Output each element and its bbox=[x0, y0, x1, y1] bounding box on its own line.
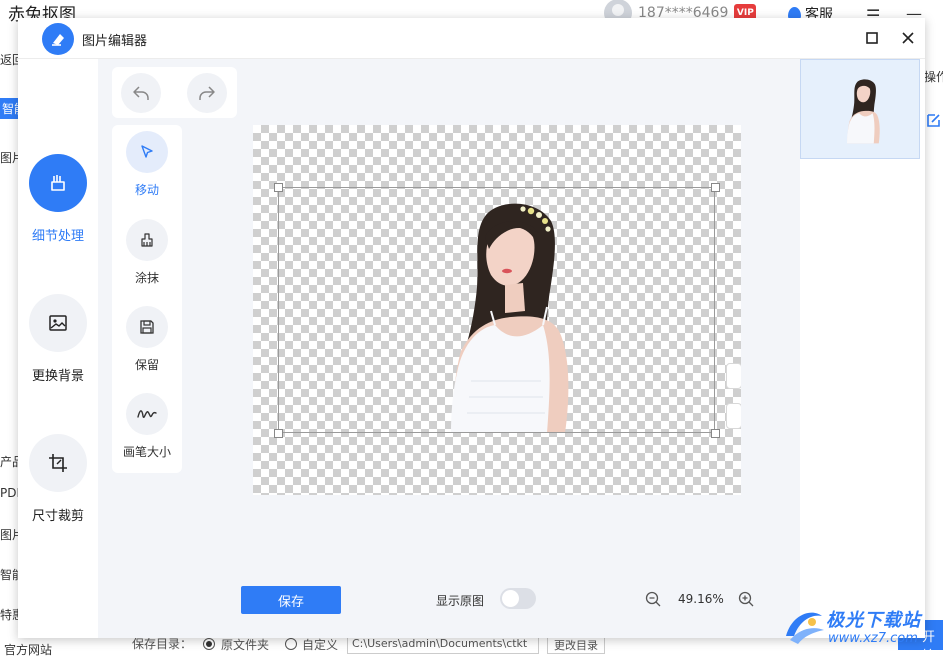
eraser-icon bbox=[29, 154, 87, 212]
brush-tool-label: 保留 bbox=[134, 358, 159, 372]
tool-label: 细节处理 bbox=[31, 229, 84, 244]
selection-box[interactable] bbox=[278, 187, 715, 433]
brush-tool-move[interactable]: 移动 bbox=[112, 131, 182, 198]
rotate-handle-icon[interactable] bbox=[726, 363, 741, 389]
radio-custom-label: 自定义 bbox=[302, 638, 339, 652]
image-icon bbox=[29, 294, 87, 352]
sidebar-item-smart[interactable]: 智能 bbox=[0, 98, 20, 119]
brush-icon bbox=[126, 219, 168, 261]
scale-handle-icon[interactable] bbox=[726, 403, 741, 429]
history-controls bbox=[112, 67, 237, 118]
operation-label: 操作 bbox=[924, 70, 943, 84]
thumbnail-panel bbox=[800, 59, 925, 638]
thumbnail-image bbox=[847, 79, 880, 144]
brush-tool-label: 画笔大小 bbox=[122, 445, 171, 459]
watermark-text: 极光下载站 bbox=[826, 610, 921, 631]
tool-change-background[interactable]: 更换背景 bbox=[18, 294, 98, 384]
brush-tool-label: 涂抹 bbox=[134, 271, 159, 285]
tool-label: 更换背景 bbox=[31, 369, 84, 384]
tool-label: 尺寸裁剪 bbox=[31, 509, 84, 524]
resize-handle-top-right[interactable] bbox=[711, 183, 720, 192]
zoom-in-icon[interactable] bbox=[738, 591, 754, 607]
brush-tool-label: 移动 bbox=[134, 183, 159, 197]
image-canvas[interactable] bbox=[253, 125, 741, 495]
brush-tool-keep[interactable]: 保留 bbox=[112, 306, 182, 373]
image-editor-dialog: 图片编辑器 细节处理 更换背景 尺寸裁剪 移动 涂抹 保留 画笔大小 保存 显示… bbox=[18, 18, 925, 638]
watermark-url: www.xz7.com bbox=[828, 631, 918, 646]
close-icon[interactable] bbox=[898, 28, 918, 48]
save-disk-icon bbox=[126, 306, 168, 348]
tool-panel: 细节处理 更换背景 尺寸裁剪 bbox=[18, 59, 98, 638]
show-original-toggle[interactable] bbox=[500, 588, 536, 609]
cursor-icon bbox=[126, 131, 168, 173]
zoom-out-icon[interactable] bbox=[645, 591, 661, 607]
dialog-title: 图片编辑器 bbox=[82, 34, 148, 49]
watermark-logo-icon bbox=[786, 612, 824, 644]
edit-icon[interactable] bbox=[926, 112, 942, 128]
background-sidebar: 返回 智能 图片 产品 PDF 图片 智能 特惠 bbox=[0, 26, 24, 657]
resize-handle-bottom-left[interactable] bbox=[274, 429, 283, 438]
eraser-logo-icon bbox=[42, 23, 74, 55]
brush-tools: 移动 涂抹 保留 画笔大小 bbox=[112, 125, 182, 473]
radio-original-folder[interactable] bbox=[203, 638, 215, 650]
thumbnail-item[interactable] bbox=[800, 59, 920, 159]
save-button[interactable]: 保存 bbox=[241, 586, 341, 614]
maximize-icon[interactable] bbox=[862, 28, 882, 48]
show-original-label: 显示原图 bbox=[436, 594, 485, 608]
radio-custom-folder[interactable] bbox=[285, 638, 297, 650]
brush-tool-size[interactable]: 画笔大小 bbox=[112, 393, 182, 460]
editing-area: 移动 涂抹 保留 画笔大小 保存 显示原图 49.16% bbox=[98, 59, 800, 638]
brush-tool-smear[interactable]: 涂抹 bbox=[112, 219, 182, 286]
zoom-level: 49.16% bbox=[678, 592, 724, 606]
tool-detail-processing[interactable]: 细节处理 bbox=[18, 154, 98, 244]
resize-handle-top-left[interactable] bbox=[274, 183, 283, 192]
crop-icon bbox=[29, 434, 87, 492]
resize-handle-bottom-right[interactable] bbox=[711, 429, 720, 438]
undo-icon[interactable] bbox=[121, 73, 161, 113]
watermark-logo: 极光下载站 www.xz7.com bbox=[782, 604, 940, 654]
tool-size-crop[interactable]: 尺寸裁剪 bbox=[18, 434, 98, 524]
redo-icon[interactable] bbox=[187, 73, 227, 113]
squiggle-icon bbox=[126, 393, 168, 435]
dialog-header: 图片编辑器 bbox=[18, 18, 925, 59]
radio-original-label: 原文件夹 bbox=[221, 638, 270, 652]
